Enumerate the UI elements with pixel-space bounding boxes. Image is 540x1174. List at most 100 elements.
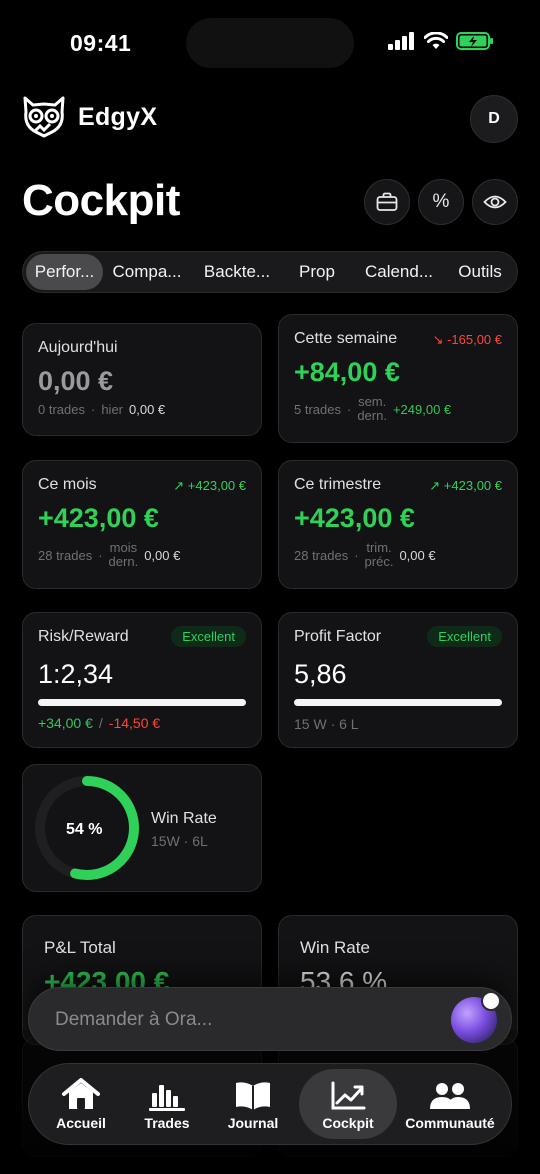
separator: · bbox=[98, 547, 103, 563]
card-label: Risk/Reward bbox=[38, 628, 129, 645]
month-trend: ↗ +423,00 € bbox=[173, 478, 246, 493]
nav-label: Communauté bbox=[405, 1115, 495, 1131]
home-icon bbox=[62, 1078, 100, 1109]
tab-backtest[interactable]: Backte... bbox=[191, 254, 283, 290]
previous-label-line2: dern. bbox=[357, 408, 387, 423]
profit-factor-value: 5,86 bbox=[294, 659, 347, 689]
week-pnl-value: +84,00 € bbox=[294, 357, 400, 387]
month-sub: 28 trades · mois dern. 0,00 € bbox=[38, 541, 180, 569]
ora-status-dot bbox=[481, 991, 501, 1011]
nav-accueil[interactable]: Accueil bbox=[35, 1069, 127, 1139]
battery-charging-icon bbox=[456, 32, 493, 50]
previous-label: sem. dern. bbox=[357, 395, 387, 423]
week-card[interactable]: Cette semaine ↘ -165,00 € +84,00 € 5 tra… bbox=[278, 314, 518, 443]
trade-count: 28 trades bbox=[38, 547, 93, 563]
tab-calendrier[interactable]: Calend... bbox=[351, 254, 447, 290]
status-time: 09:41 bbox=[70, 30, 132, 56]
bottom-nav: Accueil Trades Journal Cockpit Communaut… bbox=[28, 1063, 512, 1145]
trend-chart-icon bbox=[331, 1081, 366, 1110]
rating-badge: Excellent bbox=[171, 626, 246, 647]
card-label: Cette semaine bbox=[294, 330, 398, 347]
quarter-trend: ↗ +423,00 € bbox=[429, 478, 502, 493]
tab-prop[interactable]: Prop bbox=[283, 254, 351, 290]
card-label: Aujourd'hui bbox=[38, 339, 118, 356]
trade-count: 5 trades bbox=[294, 401, 341, 417]
bar-chart-icon bbox=[149, 1085, 185, 1111]
previous-label-line1: mois bbox=[109, 540, 138, 555]
today-card[interactable]: Aujourd'hui 0,00 € 0 trades · hier 0,00 … bbox=[22, 323, 262, 436]
previous-value: +249,00 € bbox=[392, 401, 452, 417]
win-rate-card[interactable]: 54 % Win Rate 15W · 6L bbox=[22, 764, 262, 892]
status-icons bbox=[388, 32, 494, 50]
avg-loss: -14,50 € bbox=[108, 715, 161, 731]
percent-toggle-button[interactable]: % bbox=[418, 179, 464, 225]
signal-icon bbox=[388, 32, 414, 50]
previous-label-line1: trim. bbox=[366, 540, 392, 555]
rating-badge: Excellent bbox=[427, 626, 502, 647]
nav-trades[interactable]: Trades bbox=[127, 1069, 207, 1139]
ask-ora-placeholder: Demander à Ora... bbox=[55, 1009, 213, 1030]
tab-comparaison[interactable]: Compa... bbox=[103, 254, 191, 290]
previous-label: hier bbox=[101, 402, 124, 417]
previous-label-line2: dern. bbox=[108, 554, 139, 569]
trade-count: 0 trades bbox=[38, 402, 85, 417]
book-icon bbox=[236, 1082, 270, 1110]
card-label: P&L Total bbox=[44, 938, 116, 957]
people-icon bbox=[430, 1083, 470, 1109]
quarter-card[interactable]: Ce trimestre ↗ +423,00 € +423,00 € 28 tr… bbox=[278, 460, 518, 589]
win-rate-percent: 54 % bbox=[66, 821, 103, 838]
previous-label-line2: préc. bbox=[364, 554, 394, 569]
risk-reward-bar bbox=[38, 699, 246, 706]
risk-reward-card[interactable]: Risk/Reward Excellent 1:2,34 +34,00 € / … bbox=[22, 612, 262, 748]
nav-label: Cockpit bbox=[322, 1115, 374, 1131]
app-header: EdgyX D bbox=[22, 94, 518, 144]
tab-outils[interactable]: Outils bbox=[447, 254, 513, 290]
nav-label: Trades bbox=[144, 1115, 190, 1131]
nav-cockpit[interactable]: Cockpit bbox=[299, 1069, 397, 1139]
quarter-pnl-value: +423,00 € bbox=[294, 503, 415, 533]
wifi-icon bbox=[424, 32, 448, 49]
avg-win-loss: +34,00 € / -14,50 € bbox=[38, 715, 160, 731]
profit-factor-bar bbox=[294, 699, 502, 706]
previous-value: 0,00 € bbox=[399, 547, 436, 563]
today-pnl-value: 0,00 € bbox=[38, 366, 114, 396]
title-actions: % bbox=[364, 179, 518, 225]
profit-factor-card[interactable]: Profit Factor Excellent 5,86 15 W · 6 L bbox=[278, 612, 518, 748]
user-avatar[interactable]: D bbox=[470, 95, 518, 143]
portfolio-button[interactable] bbox=[364, 179, 410, 225]
app-logo[interactable]: EdgyX bbox=[22, 96, 157, 138]
nav-label: Accueil bbox=[56, 1115, 106, 1131]
page-title: Cockpit bbox=[22, 176, 180, 225]
week-sub: 5 trades · sem. dern. +249,00 € bbox=[294, 395, 451, 423]
nav-journal[interactable]: Journal bbox=[207, 1069, 299, 1139]
section-tabs: Perfor... Compa... Backte... Prop Calend… bbox=[22, 251, 518, 293]
win-loss-record: 15W · 6L bbox=[151, 833, 208, 849]
month-pnl-value: +423,00 € bbox=[38, 503, 159, 533]
separator: · bbox=[90, 402, 96, 417]
trade-count: 28 trades bbox=[294, 547, 349, 563]
visibility-toggle-button[interactable] bbox=[472, 179, 518, 225]
nav-communaute[interactable]: Communauté bbox=[397, 1069, 503, 1139]
eye-icon bbox=[483, 195, 507, 209]
tab-performance[interactable]: Perfor... bbox=[26, 254, 103, 290]
card-label: Win Rate bbox=[300, 938, 370, 957]
owl-logo-icon bbox=[23, 96, 65, 138]
percent-icon: % bbox=[432, 191, 450, 212]
previous-label: trim. préc. bbox=[365, 541, 394, 569]
card-label: Win Rate bbox=[151, 810, 217, 827]
quarter-sub: 28 trades · trim. préc. 0,00 € bbox=[294, 541, 436, 569]
win-loss-record: 15 W · 6 L bbox=[294, 716, 359, 732]
previous-label-line1: sem. bbox=[358, 394, 387, 409]
today-sub: 0 trades · hier 0,00 € bbox=[38, 402, 165, 417]
ask-ora-input[interactable]: Demander à Ora... bbox=[28, 987, 512, 1051]
risk-reward-value: 1:2,34 bbox=[38, 659, 114, 689]
week-trend: ↘ -165,00 € bbox=[432, 332, 502, 347]
card-label: Ce trimestre bbox=[294, 476, 382, 493]
nav-label: Journal bbox=[227, 1115, 279, 1131]
briefcase-icon bbox=[376, 192, 398, 211]
avg-win: +34,00 € bbox=[38, 715, 93, 731]
app-name: EdgyX bbox=[78, 102, 158, 131]
dynamic-island bbox=[186, 18, 354, 68]
card-label: Profit Factor bbox=[294, 628, 382, 645]
month-card[interactable]: Ce mois ↗ +423,00 € +423,00 € 28 trades … bbox=[22, 460, 262, 589]
